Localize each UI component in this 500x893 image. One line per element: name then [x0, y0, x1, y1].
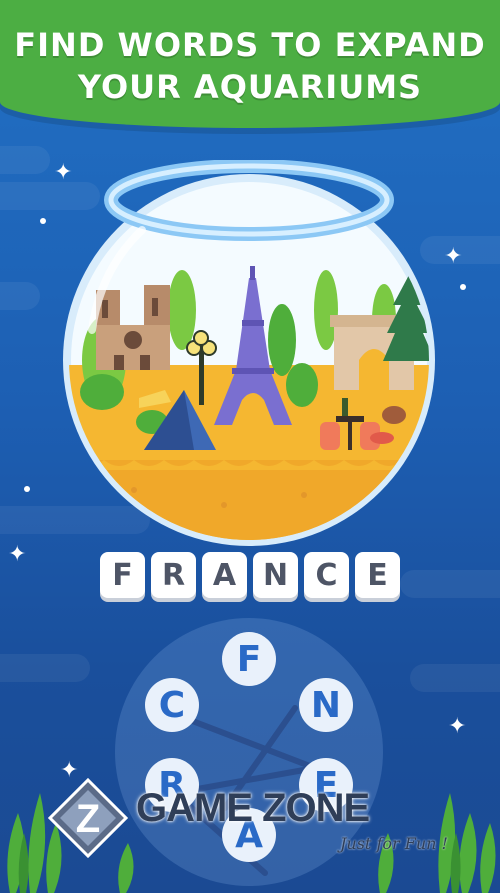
game-zone-logo-icon: Z — [47, 777, 129, 859]
watermark-brand: GAME ZONE — [136, 786, 370, 830]
sparkle-icon: ✦ — [448, 714, 467, 739]
sparkle-dot — [24, 486, 30, 492]
letter-button-f[interactable]: F — [222, 632, 276, 686]
letter-button-n[interactable]: N — [299, 678, 353, 732]
answer-tile: N — [253, 552, 298, 598]
answer-tile: A — [202, 552, 247, 598]
letter-button-c[interactable]: C — [145, 678, 199, 732]
answer-tile: C — [304, 552, 349, 598]
answer-tile: F — [100, 552, 145, 598]
background-stripe — [0, 282, 40, 310]
background-stripe — [0, 654, 90, 682]
background-stripe — [0, 146, 50, 174]
game-zone-watermark: Z GAME ZONE Just for Fun ! — [47, 777, 468, 859]
aquarium-bowl — [44, 159, 454, 550]
title-banner: FIND WORDS TO EXPAND YOUR AQUARIUMS — [0, 0, 500, 128]
answer-word-tiles: F R A N C E — [100, 552, 400, 604]
answer-tile: R — [151, 552, 196, 598]
watermark-tagline: Just for Fun ! — [340, 834, 448, 853]
sparkle-dot — [460, 284, 466, 290]
logo-letter: Z — [76, 797, 100, 841]
answer-tile: E — [355, 552, 400, 598]
sparkle-icon: ✦ — [8, 542, 27, 567]
banner-title-line-1: FIND WORDS TO EXPAND — [14, 26, 486, 64]
banner-title-line-2: YOUR AQUARIUMS — [77, 68, 423, 106]
paris-aquarium-illustration — [63, 159, 435, 546]
background-stripe — [400, 570, 500, 598]
background-stripe — [410, 664, 500, 692]
